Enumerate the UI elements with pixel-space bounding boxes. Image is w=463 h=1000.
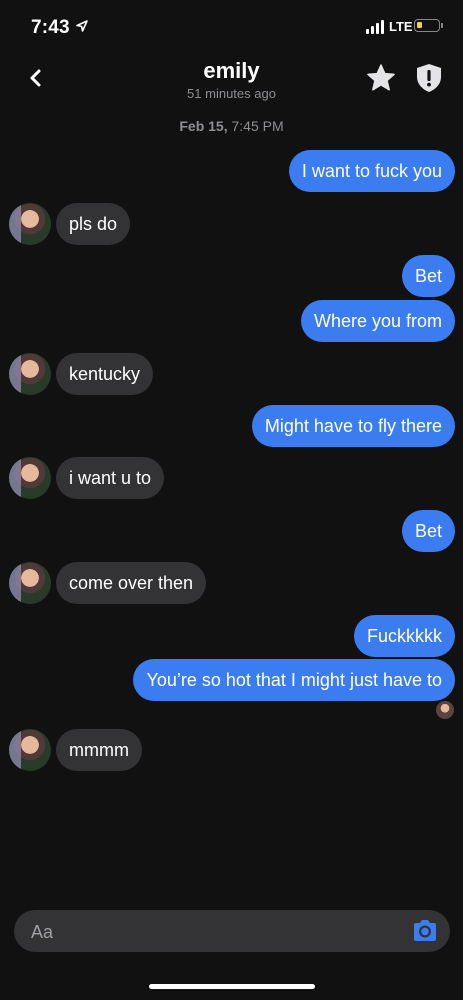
message-bubble-sent[interactable]: I want to fuck you	[288, 150, 455, 192]
location-arrow-icon	[76, 20, 88, 32]
message-bubble-sent[interactable]: Where you from	[300, 300, 455, 342]
contact-avatar[interactable]	[9, 729, 51, 771]
network-type: LTE	[389, 19, 413, 34]
message-bubble-sent[interactable]: Bet	[401, 255, 455, 297]
message-input[interactable]	[14, 910, 413, 954]
read-receipt-avatar	[436, 701, 454, 719]
thread-timestamp: Feb 15, 7:45 PM	[0, 118, 463, 134]
message-bubble-received[interactable]: kentucky	[56, 353, 154, 395]
signal-icon	[366, 20, 384, 34]
message-bubble-sent[interactable]: Might have to fly there	[251, 405, 455, 447]
contact-avatar[interactable]	[9, 353, 51, 395]
message-bubble-received[interactable]: mmmm	[56, 729, 142, 771]
message-bubble-received[interactable]: i want u to	[56, 457, 165, 499]
status-time: 7:43	[31, 17, 70, 38]
chat-header: emily 51 minutes ago	[0, 52, 463, 110]
camera-icon[interactable]	[410, 916, 440, 946]
shield-icon[interactable]	[414, 62, 444, 94]
message-bubble-sent[interactable]: Fuckkkkk	[353, 615, 455, 657]
timestamp-date: Feb 15,	[179, 118, 228, 134]
battery-cap	[441, 23, 443, 28]
message-composer	[14, 910, 450, 954]
status-bar: 7:43 LTE	[0, 0, 463, 52]
message-bubble-received[interactable]: pls do	[56, 203, 131, 245]
contact-avatar[interactable]	[9, 457, 51, 499]
message-bubble-sent[interactable]: Bet	[401, 510, 455, 552]
message-bubble-sent[interactable]: You’re so hot that I might just have to	[133, 659, 455, 701]
battery-icon	[414, 19, 440, 32]
star-icon[interactable]	[365, 63, 397, 93]
message-bubble-received[interactable]: come over then	[56, 562, 207, 604]
home-indicator[interactable]	[149, 984, 315, 989]
timestamp-time: 7:45 PM	[231, 118, 284, 134]
contact-avatar[interactable]	[9, 203, 51, 245]
contact-avatar[interactable]	[9, 562, 51, 604]
